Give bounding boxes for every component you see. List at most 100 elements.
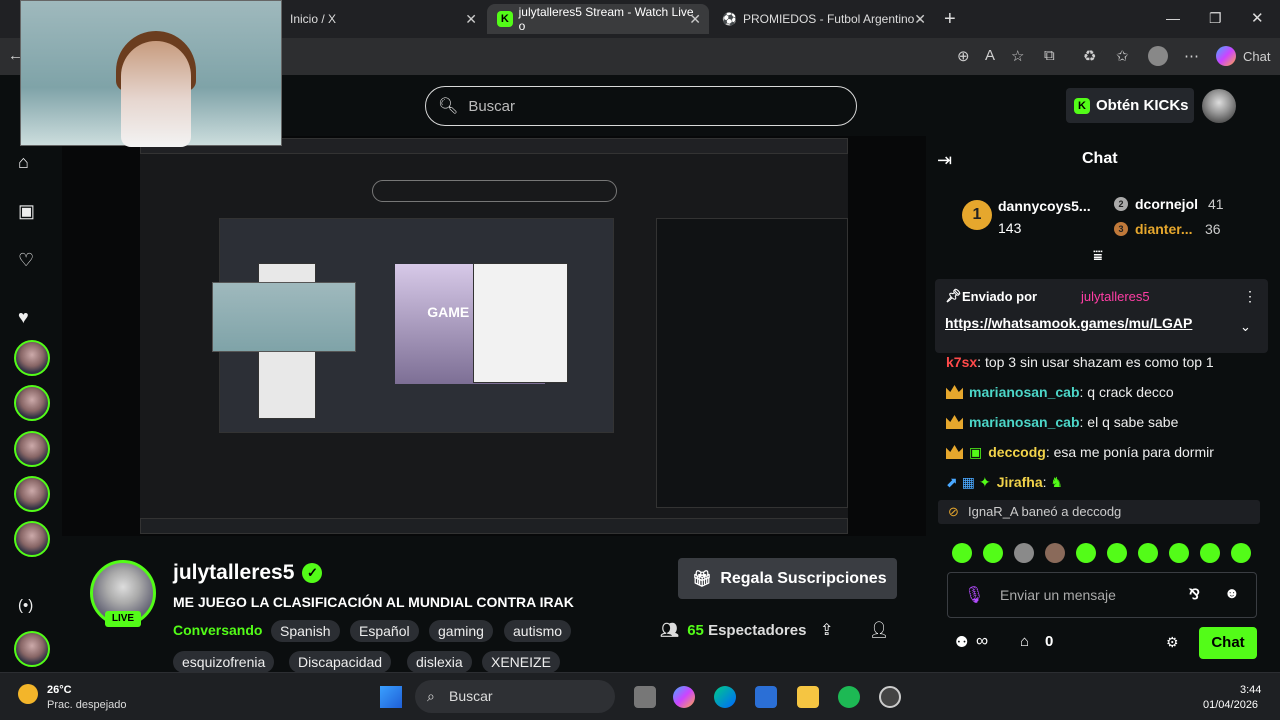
tag-espanol[interactable]: Español xyxy=(350,620,419,642)
ban-user[interactable]: IgnaR_A xyxy=(968,504,1018,519)
points-icon[interactable]: ⚉ xyxy=(955,633,968,651)
top-gifter-1-name[interactable]: dannycoys5... xyxy=(998,198,1091,214)
copilot-app-icon[interactable] xyxy=(673,686,695,708)
follow-user-icon[interactable]: 👤︎ xyxy=(869,620,889,640)
emote-icon[interactable] xyxy=(1014,543,1034,563)
weather-sun-icon[interactable] xyxy=(18,684,38,704)
emote-icon[interactable] xyxy=(1107,543,1127,563)
tag-autismo[interactable]: autismo xyxy=(504,620,572,642)
ban-target[interactable]: deccodg xyxy=(1072,504,1121,519)
emote-icon[interactable] xyxy=(1138,543,1158,563)
maximize-button[interactable]: ❐ xyxy=(1209,10,1222,27)
close-tab-icon[interactable]: ✕ xyxy=(914,11,926,28)
share-icon[interactable]: ⇪ xyxy=(820,620,833,640)
expand-leaderboard-icon[interactable]: ⩸ xyxy=(1093,248,1103,266)
tag-spanish[interactable]: Spanish xyxy=(271,620,340,642)
top-gifter-3-name[interactable]: dianter... xyxy=(1135,221,1193,237)
get-kicks-button[interactable]: K Obtén KICKs xyxy=(1066,88,1194,123)
close-tab-icon[interactable]: ✕ xyxy=(465,11,477,28)
performance-icon[interactable]: ♻ xyxy=(1083,47,1096,65)
stream-category[interactable]: Conversando xyxy=(173,622,262,638)
zoom-icon[interactable]: ⊕ xyxy=(957,47,970,65)
emote-icon[interactable] xyxy=(1045,543,1065,563)
copilot-icon[interactable] xyxy=(1216,46,1236,66)
browse-icon[interactable]: ▣ xyxy=(18,201,35,222)
gift-subscriptions-button[interactable]: 🎁︎ Regala Suscripciones xyxy=(678,558,897,599)
microphone-icon[interactable]: 🎙︎ xyxy=(964,585,984,605)
read-aloud-icon[interactable]: A xyxy=(985,47,995,64)
close-tab-icon[interactable]: ✕ xyxy=(689,11,701,28)
video-player[interactable]: GAME OVER xyxy=(62,136,926,536)
followed-channel-avatar[interactable] xyxy=(14,385,50,421)
collapse-chat-icon[interactable]: ⇥ xyxy=(937,150,952,171)
pinned-link[interactable]: https://whatsamook.games/mu/LGAP xyxy=(945,315,1192,331)
store-icon[interactable]: ⌂ xyxy=(1020,633,1029,650)
copilot-chat-label[interactable]: Chat xyxy=(1243,49,1270,64)
chat-username[interactable]: k7sx xyxy=(946,354,977,370)
live-broadcast-icon[interactable]: (•) xyxy=(18,597,33,614)
store-app-icon[interactable] xyxy=(755,686,777,708)
crown-icon xyxy=(946,415,963,429)
top-gifter-2-name[interactable]: dcornejol xyxy=(1135,196,1198,212)
chat-username[interactable]: marianosan_cab xyxy=(969,414,1080,430)
streamer-name[interactable]: julytalleres5 ✓ xyxy=(173,561,323,585)
new-tab-button[interactable]: + xyxy=(944,8,956,31)
home-icon[interactable]: ⌂ xyxy=(18,152,29,173)
profile-icon[interactable] xyxy=(1148,46,1168,66)
get-kicks-label: Obtén KICKs xyxy=(1096,97,1189,114)
followed-channel-avatar[interactable] xyxy=(14,431,50,467)
tab-kick-stream[interactable]: K julytalleres5 Stream - Watch Live o ✕ xyxy=(487,4,709,34)
live-badge: LIVE xyxy=(105,611,141,627)
followed-channel-avatar[interactable] xyxy=(14,521,50,557)
obs-icon[interactable] xyxy=(879,686,901,708)
close-window-button[interactable]: ✕ xyxy=(1251,9,1264,27)
chat-input[interactable]: 🎙︎ Enviar un mensaje ⅋ ☻ xyxy=(947,572,1257,618)
emote-icon[interactable] xyxy=(1169,543,1189,563)
followed-channel-avatar[interactable] xyxy=(14,476,50,512)
tag-gaming[interactable]: gaming xyxy=(429,620,493,642)
followed-channel-avatar[interactable] xyxy=(14,340,50,376)
minimize-button[interactable]: — xyxy=(1166,10,1180,26)
extensions-icon[interactable]: ⧉ xyxy=(1044,47,1055,64)
search-input[interactable]: 🔍︎ Buscar xyxy=(425,86,857,126)
clock-time[interactable]: 3:44 xyxy=(1240,684,1261,696)
windows-start-icon[interactable] xyxy=(380,686,402,708)
chat-username[interactable]: marianosan_cab xyxy=(969,384,1080,400)
following-heart-icon[interactable]: ♥ xyxy=(18,307,29,328)
tab-inicio-x[interactable]: Inicio / X ✕ xyxy=(280,4,485,34)
tag-discapacidad[interactable]: Discapacidad xyxy=(289,651,392,673)
chat-text: q crack decco xyxy=(1087,384,1174,400)
more-menu-icon[interactable]: ⋯ xyxy=(1184,47,1199,65)
user-avatar[interactable] xyxy=(1202,89,1236,123)
send-chat-button[interactable]: Chat xyxy=(1199,627,1257,659)
tag-esquizofrenia[interactable]: esquizofrenia xyxy=(173,651,275,673)
tab-promiedos[interactable]: ⚽ PROMIEDOS - Futbol Argentino - ✕ xyxy=(712,4,934,34)
emote-icon[interactable] xyxy=(983,543,1003,563)
chat-username[interactable]: Jirafha xyxy=(997,474,1043,490)
following-heart-outline-icon[interactable]: ♡ xyxy=(18,250,34,271)
recommended-channel-avatar[interactable] xyxy=(14,631,50,667)
edge-app-icon[interactable] xyxy=(714,686,736,708)
tag-xeneize[interactable]: XENEIZE xyxy=(482,651,560,673)
chat-settings-gear-icon[interactable]: ⚙ xyxy=(1166,634,1179,651)
clock-date[interactable]: 01/04/2026 xyxy=(1203,699,1258,711)
chat-username[interactable]: deccodg xyxy=(988,444,1046,460)
translate-icon[interactable]: ⅋ xyxy=(1189,586,1200,603)
chevron-down-icon[interactable]: ⌄ xyxy=(1240,319,1251,335)
pinned-user[interactable]: julytalleres5 xyxy=(1081,289,1150,304)
tag-dislexia[interactable]: dislexia xyxy=(407,651,472,673)
emote-icon[interactable] xyxy=(952,543,972,563)
emote-icon[interactable] xyxy=(1231,543,1251,563)
more-options-icon[interactable]: ⋮ xyxy=(1243,288,1257,305)
emote-icon[interactable] xyxy=(1076,543,1096,563)
favorite-star-icon[interactable]: ☆ xyxy=(1011,47,1024,65)
favorites-icon[interactable]: ✩ xyxy=(1116,47,1129,65)
task-view-icon[interactable] xyxy=(634,686,656,708)
chat-message: ⬈ ▦ ✦ Jirafha: ♞ xyxy=(946,474,1063,490)
taskbar-search[interactable]: ⌕ Buscar xyxy=(415,680,615,713)
file-explorer-icon[interactable] xyxy=(797,686,819,708)
emoji-icon[interactable]: ☻ xyxy=(1224,585,1240,602)
emote-icon[interactable] xyxy=(1200,543,1220,563)
spotify-icon[interactable] xyxy=(838,686,860,708)
weather-temp[interactable]: 26°C xyxy=(47,684,72,696)
